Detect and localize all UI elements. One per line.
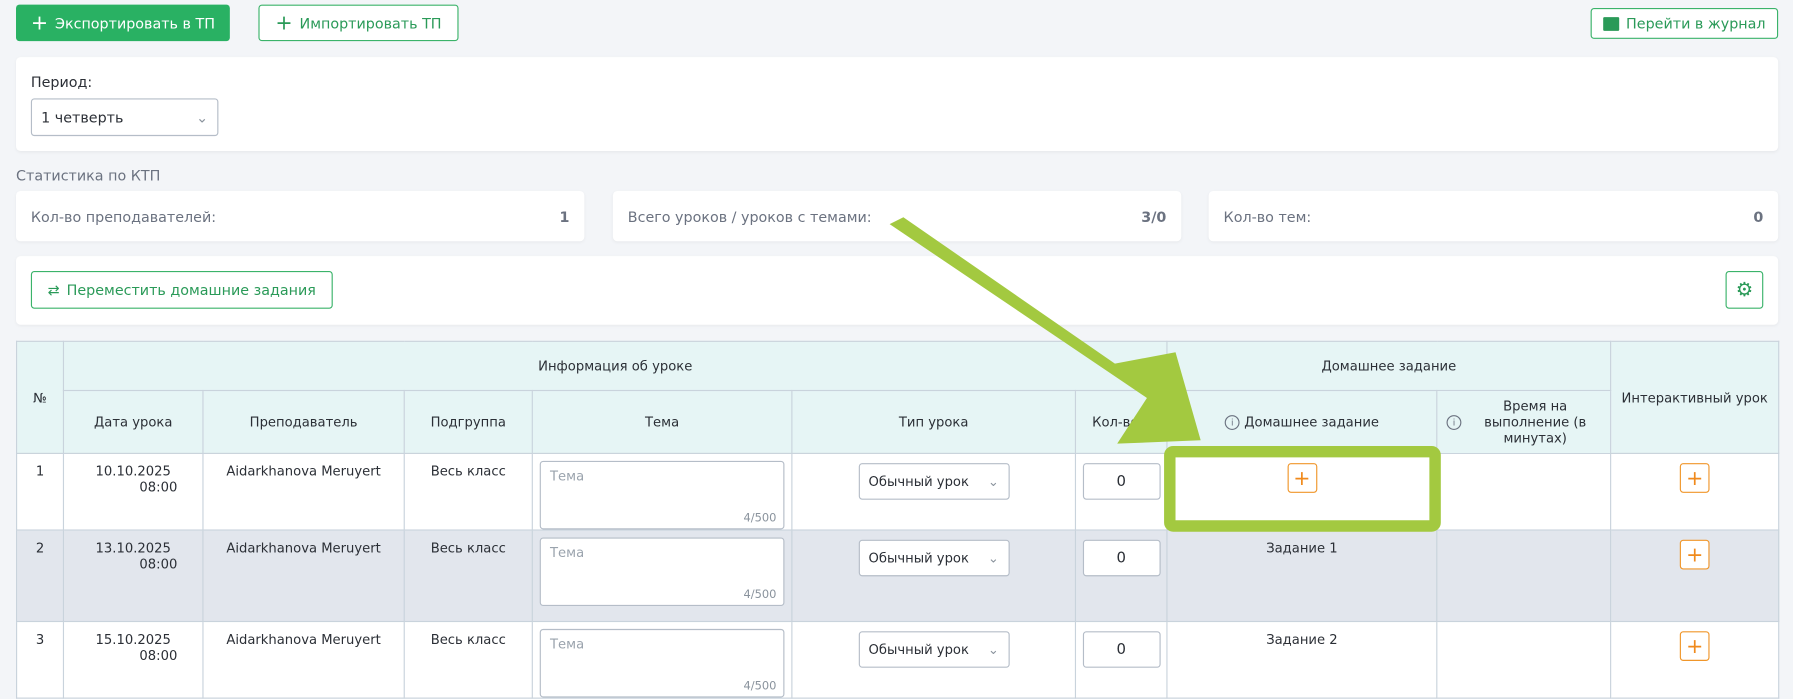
annotation-highlight-box: [1164, 445, 1441, 532]
annotation-overlay: [889, 217, 1441, 532]
annotation-arrow: [889, 217, 1201, 444]
